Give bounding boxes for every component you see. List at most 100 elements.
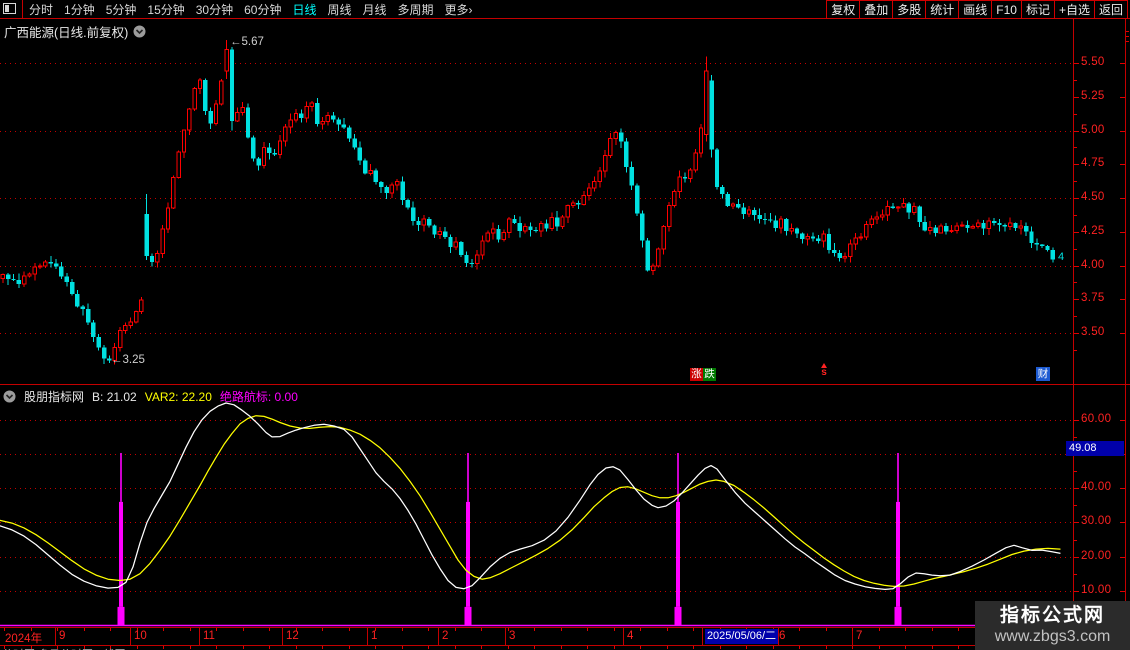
period-tab-2[interactable]: 1分钟 — [64, 1, 95, 18]
indicator-gridline — [0, 590, 1073, 592]
axis-tick — [799, 628, 800, 631]
axis-tick — [84, 628, 85, 631]
period-tab-3[interactable]: 5分钟 — [106, 1, 137, 18]
axis-tick — [1074, 590, 1079, 592]
period-tab-10[interactable]: 多周期 — [398, 1, 434, 18]
axis-tick — [587, 646, 588, 649]
x-axis-label: 10 — [134, 630, 147, 642]
axis-tick — [905, 628, 906, 631]
toolbar-button-1[interactable]: 复权 — [826, 0, 861, 19]
month-separator — [199, 628, 200, 645]
fall-badge[interactable]: 跌 — [703, 368, 716, 381]
axis-tick — [1120, 556, 1125, 558]
axis-tick — [481, 628, 482, 631]
toolbar-button-7[interactable]: 标记 — [1021, 0, 1055, 19]
period-tab-9[interactable]: 月线 — [363, 1, 387, 18]
indicator-axis-label: 10.00 — [1081, 583, 1112, 596]
scroll-grip-tick — [1126, 36, 1129, 37]
price-axis-label: 4.00 — [1081, 258, 1105, 271]
axis-tick — [1120, 333, 1125, 334]
toolbar-button-4[interactable]: 统计 — [926, 0, 960, 19]
axis-tick — [826, 646, 827, 649]
chevron-down-icon[interactable] — [3, 390, 16, 403]
period-tab-5[interactable]: 30分钟 — [196, 1, 233, 18]
axis-tick — [402, 628, 403, 631]
toolbar-divider — [22, 0, 23, 19]
x-axis-label: 2024年 — [5, 633, 43, 645]
x-axis-label: 12 — [286, 630, 299, 642]
axis-tick — [1120, 265, 1125, 267]
toolbar-button-5[interactable]: 画线 — [959, 0, 993, 19]
indicator-b-value: B: 21.02 — [92, 389, 137, 404]
axis-tick — [375, 646, 376, 649]
price-axis-label: 5.00 — [1081, 123, 1105, 136]
main-chart-header: 广西能源(日线.前复权) — [4, 22, 146, 41]
axis-tick — [1074, 333, 1079, 334]
month-separator — [702, 628, 703, 645]
axis-minor-tick — [1074, 248, 1077, 250]
toolbar-buttons: 复权 叠加 多股 统计 画线 F10 标记 +自选 返回 — [826, 0, 1128, 19]
price-gridline — [0, 265, 1073, 267]
period-tab-11[interactable]: 更多› — [445, 1, 473, 18]
axis-minor-tick — [1074, 505, 1077, 507]
axis-tick — [534, 646, 535, 649]
axis-tick — [879, 646, 880, 649]
month-separator — [367, 628, 368, 645]
month-separator — [282, 628, 283, 645]
rise-fall-badge[interactable]: 涨 跌 — [690, 368, 716, 381]
toolbar-button-9[interactable]: 返回 — [1094, 0, 1128, 19]
axis-tick — [1074, 164, 1079, 166]
chart-canvas — [0, 40, 1073, 627]
crosshair-value-box: 49.08 — [1066, 441, 1124, 456]
period-tab-8[interactable]: 周线 — [327, 1, 351, 18]
axis-tick — [322, 628, 323, 631]
axis-minor-tick — [1074, 539, 1077, 541]
rise-badge[interactable]: 涨 — [690, 368, 703, 381]
axis-tick — [1074, 299, 1079, 301]
axis-tick — [1120, 198, 1125, 199]
chevron-down-icon[interactable] — [133, 25, 146, 38]
price-axis-label: 4.50 — [1081, 191, 1105, 203]
axis-tick — [216, 628, 217, 631]
toolbar-button-2[interactable]: 叠加 — [860, 0, 894, 19]
crosshair-date-box: 2025/05/06/二 — [705, 629, 778, 644]
axis-minor-tick — [1074, 573, 1077, 575]
axis-tick — [1120, 231, 1125, 233]
axis-tick — [322, 646, 323, 649]
axis-tick — [163, 628, 164, 631]
axis-tick — [269, 628, 270, 631]
axis-tick — [243, 628, 244, 631]
signal-s-badge[interactable]: s — [819, 363, 829, 378]
axis-tick — [693, 646, 694, 649]
axis-minor-tick — [1074, 471, 1077, 473]
right-border-line — [1125, 19, 1126, 650]
toolbar-button-6[interactable]: F10 — [992, 0, 1022, 19]
x-axis-label: 4 — [627, 630, 634, 642]
period-tab-4[interactable]: 15分钟 — [147, 1, 184, 18]
axis-tick — [879, 628, 880, 631]
axis-tick — [640, 646, 641, 649]
axis-minor-tick — [1074, 147, 1077, 149]
axis-tick — [614, 646, 615, 649]
month-separator — [130, 628, 131, 645]
axis-tick — [852, 628, 853, 631]
axis-tick — [799, 646, 800, 649]
window-split-icon[interactable] — [3, 3, 16, 14]
price-axis-label: 3.50 — [1081, 326, 1105, 338]
indicator-source-label: 股朋指标网 — [24, 390, 85, 404]
axis-tick — [1074, 198, 1079, 199]
finance-badge[interactable]: 财 — [1036, 367, 1050, 381]
x-axis-label: 9 — [59, 630, 66, 642]
period-tab-1[interactable]: 分时 — [29, 1, 53, 18]
price-axis-label: 4.75 — [1081, 157, 1105, 170]
axis-minor-tick — [1074, 349, 1077, 351]
period-tab-7[interactable]: 日线 — [292, 1, 316, 18]
scroll-grip-tick — [1126, 31, 1129, 32]
period-tab-6[interactable]: 60分钟 — [244, 1, 281, 18]
toolbar-button-8[interactable]: +自选 — [1054, 0, 1095, 19]
axis-tick — [1074, 63, 1079, 64]
indicator-gridline — [0, 522, 1073, 524]
toolbar-button-3[interactable]: 多股 — [893, 0, 927, 19]
axis-tick — [1120, 96, 1125, 98]
axis-tick — [693, 628, 694, 631]
